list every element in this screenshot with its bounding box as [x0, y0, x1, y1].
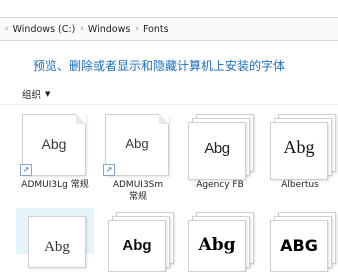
- font-label: Albertus: [281, 180, 319, 190]
- font-sample: Abg: [125, 136, 149, 151]
- font-sample: Abg: [198, 235, 236, 255]
- breadcrumb-fonts[interactable]: Fonts: [143, 24, 169, 35]
- breadcrumb-windows[interactable]: Windows: [88, 24, 130, 35]
- breadcrumb-drive[interactable]: Windows (C:): [13, 24, 76, 35]
- organize-label: 组织: [22, 90, 42, 101]
- font-tile-5[interactable]: Abg: [16, 208, 94, 268]
- shortcut-arrow-icon: ↗: [20, 164, 32, 176]
- chevron-right-icon[interactable]: ›: [5, 24, 9, 34]
- font-label: ADMUI3Sm 常规: [112, 180, 164, 202]
- caret-down-icon: ▼: [45, 90, 51, 98]
- font-sample: Abg: [44, 239, 70, 255]
- breadcrumb[interactable]: › Windows (C:) › Windows › Fonts: [0, 17, 338, 41]
- font-tile-6[interactable]: Abg: [100, 208, 178, 272]
- font-sample: ABG: [280, 236, 318, 255]
- font-label: ADMUI3Lg 常规: [21, 180, 89, 190]
- font-tile-admui3sm[interactable]: Abg ↗ ADMUI3Sm 常规: [97, 110, 179, 206]
- font-sample: Abg: [41, 136, 67, 152]
- address-bar-area: › Windows (C:) › Windows › Fonts: [0, 0, 338, 41]
- font-tile-8[interactable]: ABG: [262, 208, 338, 272]
- font-preview: Abg: [188, 220, 246, 272]
- font-preview: Abg: [270, 122, 328, 180]
- font-tile-7[interactable]: Abg: [180, 208, 260, 272]
- organize-menu-button[interactable]: 组织 ▼: [22, 87, 50, 101]
- font-preview: ABG: [270, 220, 328, 272]
- font-sample: Abg: [204, 140, 230, 157]
- page-description: 预览、删除或者显示和隐藏计算机上安装的字体: [33, 59, 286, 73]
- font-sample: Abg: [122, 237, 152, 254]
- toolbar: 组织 ▼: [0, 82, 338, 105]
- font-tile-admui3lg[interactable]: Abg ↗ ADMUI3Lg 常规: [14, 110, 96, 202]
- font-preview: Abg: [188, 122, 246, 180]
- font-tile-agency-fb[interactable]: Abg Agency FB: [180, 110, 260, 202]
- page-fold: [76, 114, 86, 124]
- font-sample: Abg: [283, 137, 315, 157]
- font-preview: Abg: [108, 220, 166, 272]
- shortcut-arrow-icon: ↗: [103, 164, 115, 176]
- font-label: Agency FB: [196, 180, 244, 190]
- chevron-right-icon[interactable]: ›: [80, 24, 84, 34]
- chevron-right-icon[interactable]: ›: [135, 24, 139, 34]
- font-tile-albertus[interactable]: Abg Albertus: [262, 110, 338, 202]
- font-preview: Abg: [28, 216, 86, 268]
- page-fold: [159, 114, 169, 124]
